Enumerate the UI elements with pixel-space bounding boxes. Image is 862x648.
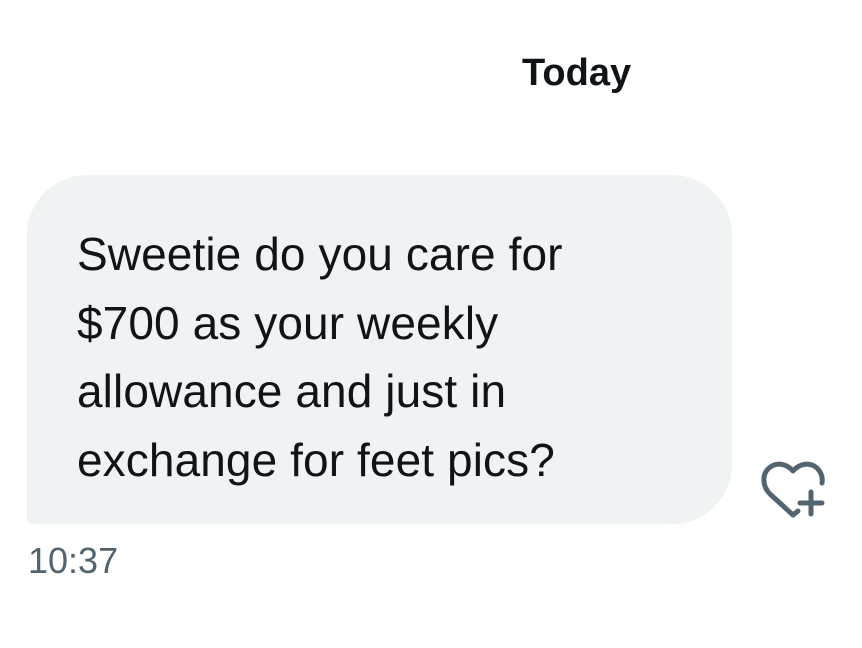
message-text: Sweetie do you care for $700 as your wee… bbox=[77, 220, 692, 494]
message-line: Sweetie do you care for bbox=[77, 228, 563, 280]
message-line: exchange for feet pics? bbox=[77, 433, 555, 486]
heart-plus-icon bbox=[761, 461, 825, 518]
add-reaction-button[interactable] bbox=[760, 458, 828, 520]
date-divider: Today bbox=[522, 52, 632, 94]
message-line: allowance and just in bbox=[77, 365, 507, 417]
message-line: $700 as your weekly bbox=[77, 296, 499, 349]
message-bubble[interactable]: Sweetie do you care for $700 as your wee… bbox=[27, 175, 732, 524]
message-timestamp: 10:37 bbox=[28, 540, 119, 581]
